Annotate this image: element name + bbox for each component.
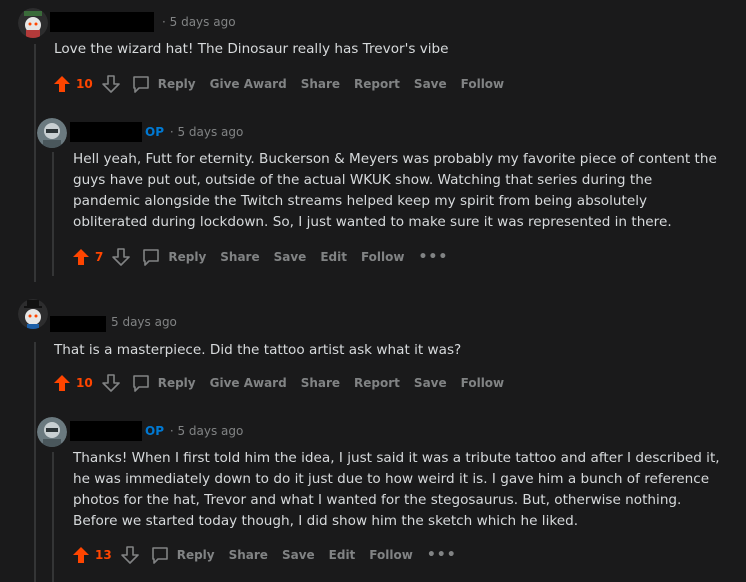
downvote-arrow-icon[interactable] (101, 373, 121, 393)
comment-timestamp[interactable]: 5 days ago (177, 424, 243, 438)
comment-meta: OP · 5 days ago (145, 424, 244, 438)
reply-button[interactable]: Reply (150, 545, 215, 565)
edit-button[interactable]: Edit (320, 250, 347, 264)
follow-button[interactable]: Follow (361, 250, 405, 264)
thread-line[interactable] (52, 152, 54, 276)
avatar[interactable] (18, 299, 48, 329)
save-button[interactable]: Save (414, 376, 447, 390)
downvote-arrow-icon[interactable] (111, 247, 131, 267)
upvote-arrow-icon[interactable] (52, 373, 72, 393)
comment-timestamp[interactable]: 5 days ago (111, 315, 177, 329)
more-dots-icon[interactable]: ••• (427, 547, 457, 563)
reply-button[interactable]: Reply (141, 247, 206, 267)
avatar[interactable] (18, 8, 48, 38)
follow-button[interactable]: Follow (461, 376, 505, 390)
comment-timestamp[interactable]: 5 days ago (177, 125, 243, 139)
share-button[interactable]: Share (220, 250, 259, 264)
vote-count: 13 (95, 548, 112, 562)
username-redacted[interactable] (70, 421, 142, 441)
upvote-arrow-icon[interactable] (52, 74, 72, 94)
save-button[interactable]: Save (414, 77, 447, 91)
comment-body: Love the wizard hat! The Dinosaur really… (54, 41, 449, 57)
op-badge: OP (145, 424, 164, 438)
comment-meta: OP · 5 days ago (145, 125, 244, 139)
vote-count: 10 (76, 77, 93, 91)
follow-button[interactable]: Follow (461, 77, 505, 91)
speech-bubble-icon (151, 547, 168, 564)
comment-actions: 10 Reply Give Award Share Report Save Fo… (52, 72, 518, 96)
username-redacted[interactable] (50, 316, 106, 332)
op-badge: OP (145, 125, 164, 139)
comment-timestamp[interactable]: · 5 days ago (162, 15, 236, 29)
downvote-arrow-icon[interactable] (120, 545, 140, 565)
comment-thread: · 5 days ago Love the wizard hat! The Di… (0, 0, 746, 582)
thread-line[interactable] (34, 342, 36, 582)
follow-button[interactable]: Follow (369, 548, 413, 562)
comment-actions: 13 Reply Share Save Edit Follow ••• (71, 543, 457, 567)
share-button[interactable]: Share (301, 77, 340, 91)
give-award-button[interactable]: Give Award (210, 77, 287, 91)
comment-body: Thanks! When I first told him the idea, … (73, 450, 720, 529)
username-redacted[interactable] (50, 12, 154, 32)
vote-count: 7 (95, 250, 104, 264)
speech-bubble-icon (143, 249, 160, 266)
avatar[interactable] (37, 118, 67, 148)
speech-bubble-icon (132, 375, 149, 392)
speech-bubble-icon (132, 76, 149, 93)
thread-line[interactable] (52, 452, 54, 582)
thread-line[interactable] (34, 44, 36, 282)
report-button[interactable]: Report (354, 376, 400, 390)
share-button[interactable]: Share (301, 376, 340, 390)
give-award-button[interactable]: Give Award (210, 376, 287, 390)
comment-body: That is a masterpiece. Did the tattoo ar… (54, 342, 462, 358)
upvote-arrow-icon[interactable] (71, 247, 91, 267)
comment-actions: 7 Reply Share Save Edit Follow ••• (71, 245, 448, 269)
reply-button[interactable]: Reply (131, 74, 196, 94)
reply-button[interactable]: Reply (131, 373, 196, 393)
username-redacted[interactable] (70, 122, 142, 142)
report-button[interactable]: Report (354, 77, 400, 91)
more-dots-icon[interactable]: ••• (418, 249, 448, 265)
save-button[interactable]: Save (274, 250, 307, 264)
save-button[interactable]: Save (282, 548, 315, 562)
edit-button[interactable]: Edit (329, 548, 356, 562)
upvote-arrow-icon[interactable] (71, 545, 91, 565)
avatar[interactable] (37, 417, 67, 447)
comment-body: Hell yeah, Futt for eternity. Buckerson … (73, 151, 717, 230)
comment-actions: 10 Reply Give Award Share Report Save Fo… (52, 371, 518, 395)
share-button[interactable]: Share (229, 548, 268, 562)
downvote-arrow-icon[interactable] (101, 74, 121, 94)
vote-count: 10 (76, 376, 93, 390)
